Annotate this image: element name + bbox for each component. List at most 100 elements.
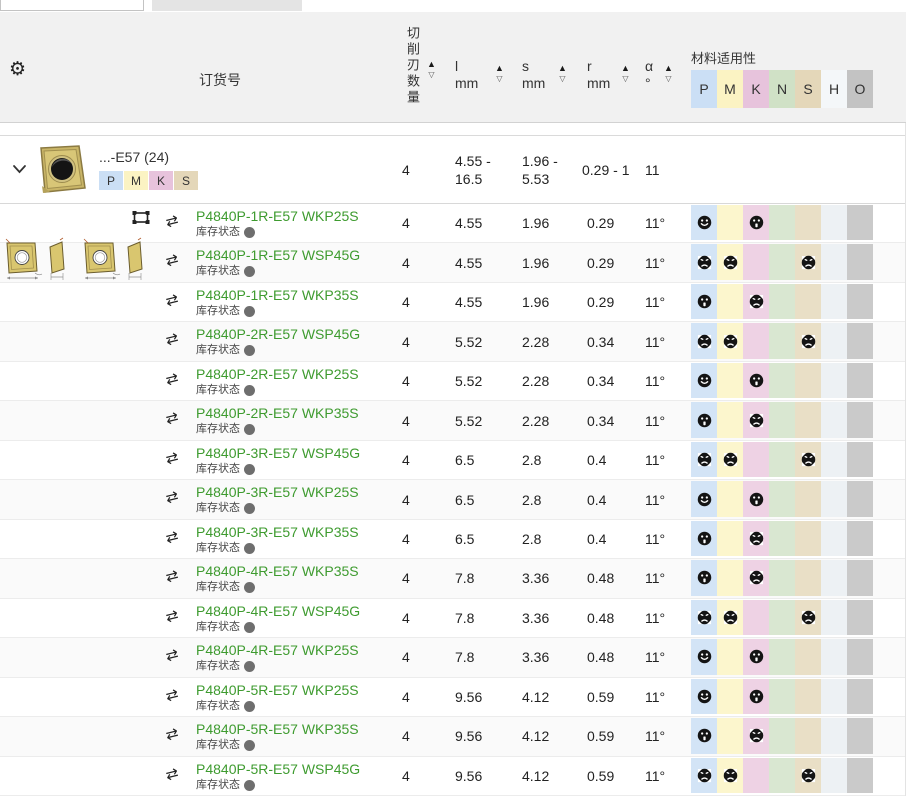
product-link[interactable]: P4840P-1R-E57 WKP25S: [196, 208, 359, 225]
sort-asc-icon: ▲: [495, 64, 504, 73]
compare-icon[interactable]: ⇄: [166, 686, 186, 706]
alpha-value: 11°: [645, 689, 665, 705]
material-cell-S: [795, 481, 821, 516]
material-suitability-cells: [691, 521, 873, 556]
compare-icon[interactable]: ⇄: [166, 607, 186, 627]
compare-icon[interactable]: ⇄: [166, 409, 186, 429]
material-cell-H: [821, 679, 847, 714]
product-link[interactable]: P4840P-1R-E57 WKP35S: [196, 287, 359, 304]
material-header-N[interactable]: N: [769, 70, 795, 108]
material-header-H[interactable]: H: [821, 70, 847, 108]
l-value: 4.55: [455, 215, 482, 231]
material-cell-P: [691, 718, 717, 753]
edges-value: 4: [402, 413, 410, 429]
material-cell-P: [691, 402, 717, 437]
stock-status-label: 库存状态: [196, 502, 240, 515]
material-header-P[interactable]: P: [691, 70, 717, 108]
material-cell-H: [821, 402, 847, 437]
alpha-value: 11°: [645, 255, 665, 271]
product-link[interactable]: P4840P-4R-E57 WSP45G: [196, 603, 360, 620]
tab-strip: [0, 0, 906, 12]
compare-icon[interactable]: ⇄: [166, 646, 186, 666]
insert-product-photo[interactable]: [33, 142, 89, 201]
product-link[interactable]: P4840P-5R-E57 WSP45G: [196, 761, 360, 778]
s-unit: mm: [522, 75, 545, 92]
product-info: P4840P-2R-E57 WKP35S 库存状态: [196, 405, 359, 436]
material-header-K[interactable]: K: [743, 70, 769, 108]
compare-icon[interactable]: ⇄: [166, 488, 186, 508]
product-link[interactable]: P4840P-4R-E57 WKP35S: [196, 563, 359, 580]
compare-icon[interactable]: ⇄: [166, 291, 186, 311]
material-cell-P: [691, 244, 717, 279]
compare-icon[interactable]: ⇄: [166, 725, 186, 745]
product-link[interactable]: P4840P-1R-E57 WSP45G: [196, 247, 360, 264]
compare-icon[interactable]: ⇄: [166, 370, 186, 390]
compare-icon[interactable]: ⇄: [166, 567, 186, 587]
product-link[interactable]: P4840P-2R-E57 WSP45G: [196, 326, 360, 343]
compare-icon[interactable]: ⇄: [166, 212, 186, 232]
compare-icon[interactable]: ⇄: [166, 330, 186, 350]
s-value: 2.28: [522, 334, 549, 350]
product-link[interactable]: P4840P-2R-E57 WKP35S: [196, 405, 359, 422]
product-link[interactable]: P4840P-4R-E57 WKP25S: [196, 642, 359, 659]
group-row[interactable]: ...-E57 (24) PMKS 4 4.55 - 16.5 1.96 - 5…: [0, 136, 905, 204]
material-cell-N: [769, 442, 795, 477]
product-link[interactable]: P4840P-5R-E57 WKP35S: [196, 721, 359, 738]
s-value: 4.12: [522, 768, 549, 784]
product-link[interactable]: P4840P-2R-E57 WKP25S: [196, 366, 359, 383]
group-s-range: 1.96 - 5.53: [522, 152, 568, 188]
product-link[interactable]: P4840P-5R-E57 WKP25S: [196, 682, 359, 699]
material-cell-K: [743, 481, 769, 516]
material-cell-H: [821, 639, 847, 674]
compare-icon[interactable]: ⇄: [166, 251, 186, 271]
suitability-poor-icon: [723, 334, 738, 349]
material-cell-M: [717, 758, 743, 793]
material-cell-K: [743, 363, 769, 398]
product-row: ⇄ P4840P-2R-E57 WSP45G 库存状态 4 5.52 2.28 …: [0, 322, 905, 361]
s-value: 2.8: [522, 531, 541, 547]
material-header-M[interactable]: M: [717, 70, 743, 108]
sort-control-l[interactable]: ▲ ▽: [495, 64, 504, 83]
r-value: 0.34: [587, 373, 614, 389]
sort-control-r[interactable]: ▲ ▽: [621, 64, 630, 83]
tab-segment-active[interactable]: [0, 0, 144, 11]
sort-control-s[interactable]: ▲ ▽: [558, 64, 567, 83]
l-symbol: l: [455, 58, 478, 75]
material-cell-M: [717, 402, 743, 437]
product-link[interactable]: P4840P-3R-E57 WKP35S: [196, 524, 359, 541]
suitability-medium-icon: [697, 531, 712, 546]
tab-segment-inactive[interactable]: [152, 0, 302, 11]
material-cell-N: [769, 560, 795, 595]
compare-icon[interactable]: ⇄: [166, 528, 186, 548]
material-cell-M: [717, 284, 743, 319]
cutting-edges-column-header: 切削刃数量: [403, 26, 422, 124]
s-value: 2.8: [522, 492, 541, 508]
material-cell-S: [795, 323, 821, 358]
stock-status-label: 库存状态: [196, 581, 240, 594]
expand-drawing-icon[interactable]: [131, 210, 151, 229]
stock-status-label: 库存状态: [196, 423, 240, 436]
product-row: ⇄ P4840P-3R-E57 WKP25S 库存状态 4 6.5 2.8 0.…: [0, 480, 905, 519]
material-cell-S: [795, 363, 821, 398]
material-suitability-cells: [691, 402, 873, 437]
material-cell-N: [769, 521, 795, 556]
material-cell-O: [847, 600, 873, 635]
sort-control-edges[interactable]: ▲ ▽: [427, 60, 436, 79]
material-header-S[interactable]: S: [795, 70, 821, 108]
product-link[interactable]: P4840P-3R-E57 WKP25S: [196, 484, 359, 501]
material-cell-O: [847, 363, 873, 398]
chevron-down-icon[interactable]: [12, 162, 27, 178]
suitability-poor-icon: [749, 531, 764, 546]
stock-status-icon: [244, 464, 255, 475]
gear-icon[interactable]: ⚙: [9, 60, 26, 79]
sort-control-alpha[interactable]: ▲ ▽: [664, 64, 673, 83]
product-table: ...-E57 (24) PMKS 4 4.55 - 16.5 1.96 - 5…: [0, 123, 906, 796]
material-header-O[interactable]: O: [847, 70, 873, 108]
compare-icon[interactable]: ⇄: [166, 765, 186, 785]
material-cell-K: [743, 521, 769, 556]
suitability-poor-icon: [723, 610, 738, 625]
compare-icon[interactable]: ⇄: [166, 449, 186, 469]
product-link[interactable]: P4840P-3R-E57 WSP45G: [196, 445, 360, 462]
material-cell-N: [769, 758, 795, 793]
material-cell-S: [795, 718, 821, 753]
